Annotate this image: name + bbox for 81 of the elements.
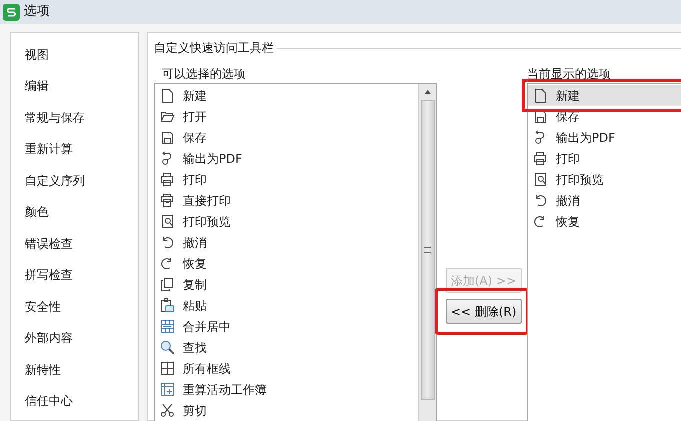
- sidebar-item[interactable]: 视图: [11, 39, 138, 70]
- item-label: 撤消: [556, 192, 580, 210]
- list-item[interactable]: 撤消: [155, 232, 418, 253]
- list-item[interactable]: 打印预览: [528, 169, 681, 190]
- item-label: 直接打印: [183, 192, 231, 210]
- sidebar-item[interactable]: 外部内容: [11, 322, 138, 354]
- item-label: 输出为PDF: [183, 150, 242, 168]
- list-item[interactable]: 新建: [528, 85, 681, 106]
- copy-icon: [160, 277, 175, 292]
- list-item[interactable]: 所有框线: [155, 358, 418, 379]
- clipboard-icon: [160, 298, 175, 313]
- list-item[interactable]: 重算活动工作簿: [155, 379, 418, 400]
- sidebar-item[interactable]: 自定义序列: [11, 165, 138, 196]
- search-icon: [160, 340, 175, 355]
- list-item[interactable]: 新建: [155, 85, 418, 106]
- list-item[interactable]: 复制: [155, 274, 418, 295]
- window-title: 选项: [24, 3, 50, 22]
- app-logo-icon: [3, 4, 20, 20]
- folder-icon: [160, 109, 175, 124]
- item-label: 打印预览: [556, 172, 604, 188]
- list-item[interactable]: 打印: [528, 148, 681, 169]
- merge-cells-icon: [160, 319, 175, 334]
- list-item[interactable]: 打印预览: [155, 211, 418, 232]
- grid-icon: [160, 361, 175, 376]
- scrollbar[interactable]: [418, 84, 436, 421]
- printer-icon: [160, 172, 175, 187]
- item-label: 合并居中: [183, 318, 231, 336]
- magnifier-document-icon: [160, 214, 175, 229]
- document-icon: [533, 88, 548, 103]
- sidebar-item[interactable]: 重新计算: [11, 134, 138, 165]
- item-label: 恢复: [556, 214, 580, 230]
- sidebar-item[interactable]: 信任中心: [11, 386, 138, 417]
- item-label: 打开: [183, 108, 207, 126]
- scissors-icon: [160, 403, 175, 418]
- item-label: 新建: [556, 88, 580, 104]
- item-label: 新建: [183, 88, 207, 104]
- group-title: 自定义快速访问工具栏: [154, 40, 274, 57]
- item-label: 打印预览: [183, 214, 231, 230]
- available-list[interactable]: 新建 打开 保存 输出为PDF 打印 直接打印 打印预览 撤消 恢复 复制 粘贴 合并居中 查找 所有框线 重算活动工作簿 剪切: [154, 83, 437, 421]
- item-label: 复制: [183, 276, 207, 294]
- item-label: 查找: [183, 340, 207, 356]
- magnifier-document-icon: [533, 172, 548, 187]
- list-item[interactable]: 恢复: [155, 253, 418, 274]
- sidebar-item[interactable]: 拼写检查: [11, 260, 138, 291]
- item-label: 撤消: [183, 234, 207, 252]
- document-icon: [160, 88, 175, 103]
- printer-icon: [160, 193, 175, 208]
- spreadsheet-icon: [160, 382, 175, 397]
- sidebar-item[interactable]: 错误检查: [11, 228, 138, 260]
- item-label: 保存: [183, 130, 207, 146]
- list-item[interactable]: 粘贴: [155, 295, 418, 316]
- sidebar-item[interactable]: 常规与保存: [11, 102, 138, 134]
- sidebar-item[interactable]: 新特性: [11, 354, 138, 386]
- list-item[interactable]: 合并居中: [155, 316, 418, 337]
- list-item[interactable]: 输出为PDF: [155, 148, 418, 169]
- remove-button[interactable]: << 删除(R): [446, 299, 522, 324]
- item-label: 打印: [183, 172, 207, 188]
- list-item[interactable]: 保存: [528, 106, 681, 127]
- item-label: 粘贴: [183, 298, 207, 314]
- list-item[interactable]: 恢复: [528, 211, 681, 232]
- sidebar-item[interactable]: 颜色: [11, 196, 138, 228]
- item-label: 恢复: [183, 256, 207, 272]
- list-item[interactable]: 保存: [155, 127, 418, 148]
- item-label: 所有框线: [183, 360, 231, 378]
- list-item[interactable]: 剪切: [155, 400, 418, 421]
- list-item[interactable]: 打印: [155, 169, 418, 190]
- item-label: 打印: [556, 150, 580, 168]
- list-label: 可以选择的选项: [162, 66, 247, 83]
- printer-icon: [533, 151, 548, 166]
- sidebar-item[interactable]: 安全性: [11, 291, 138, 322]
- list-item[interactable]: 输出为PDF: [528, 127, 681, 148]
- item-label: 输出为PDF: [556, 130, 616, 146]
- item-label: 重算活动工作簿: [183, 382, 267, 398]
- list-item[interactable]: 查找: [155, 337, 418, 358]
- list-item[interactable]: 撤消: [528, 190, 681, 211]
- list-item[interactable]: 打开: [155, 106, 418, 127]
- item-label: 保存: [556, 108, 580, 126]
- sidebar-item[interactable]: 编辑: [11, 70, 138, 102]
- item-label: 剪切: [183, 402, 207, 420]
- list-item[interactable]: 直接打印: [155, 190, 418, 211]
- current-list[interactable]: 新建 保存 输出为PDF 打印 打印预览 撤消 恢复: [527, 83, 681, 421]
